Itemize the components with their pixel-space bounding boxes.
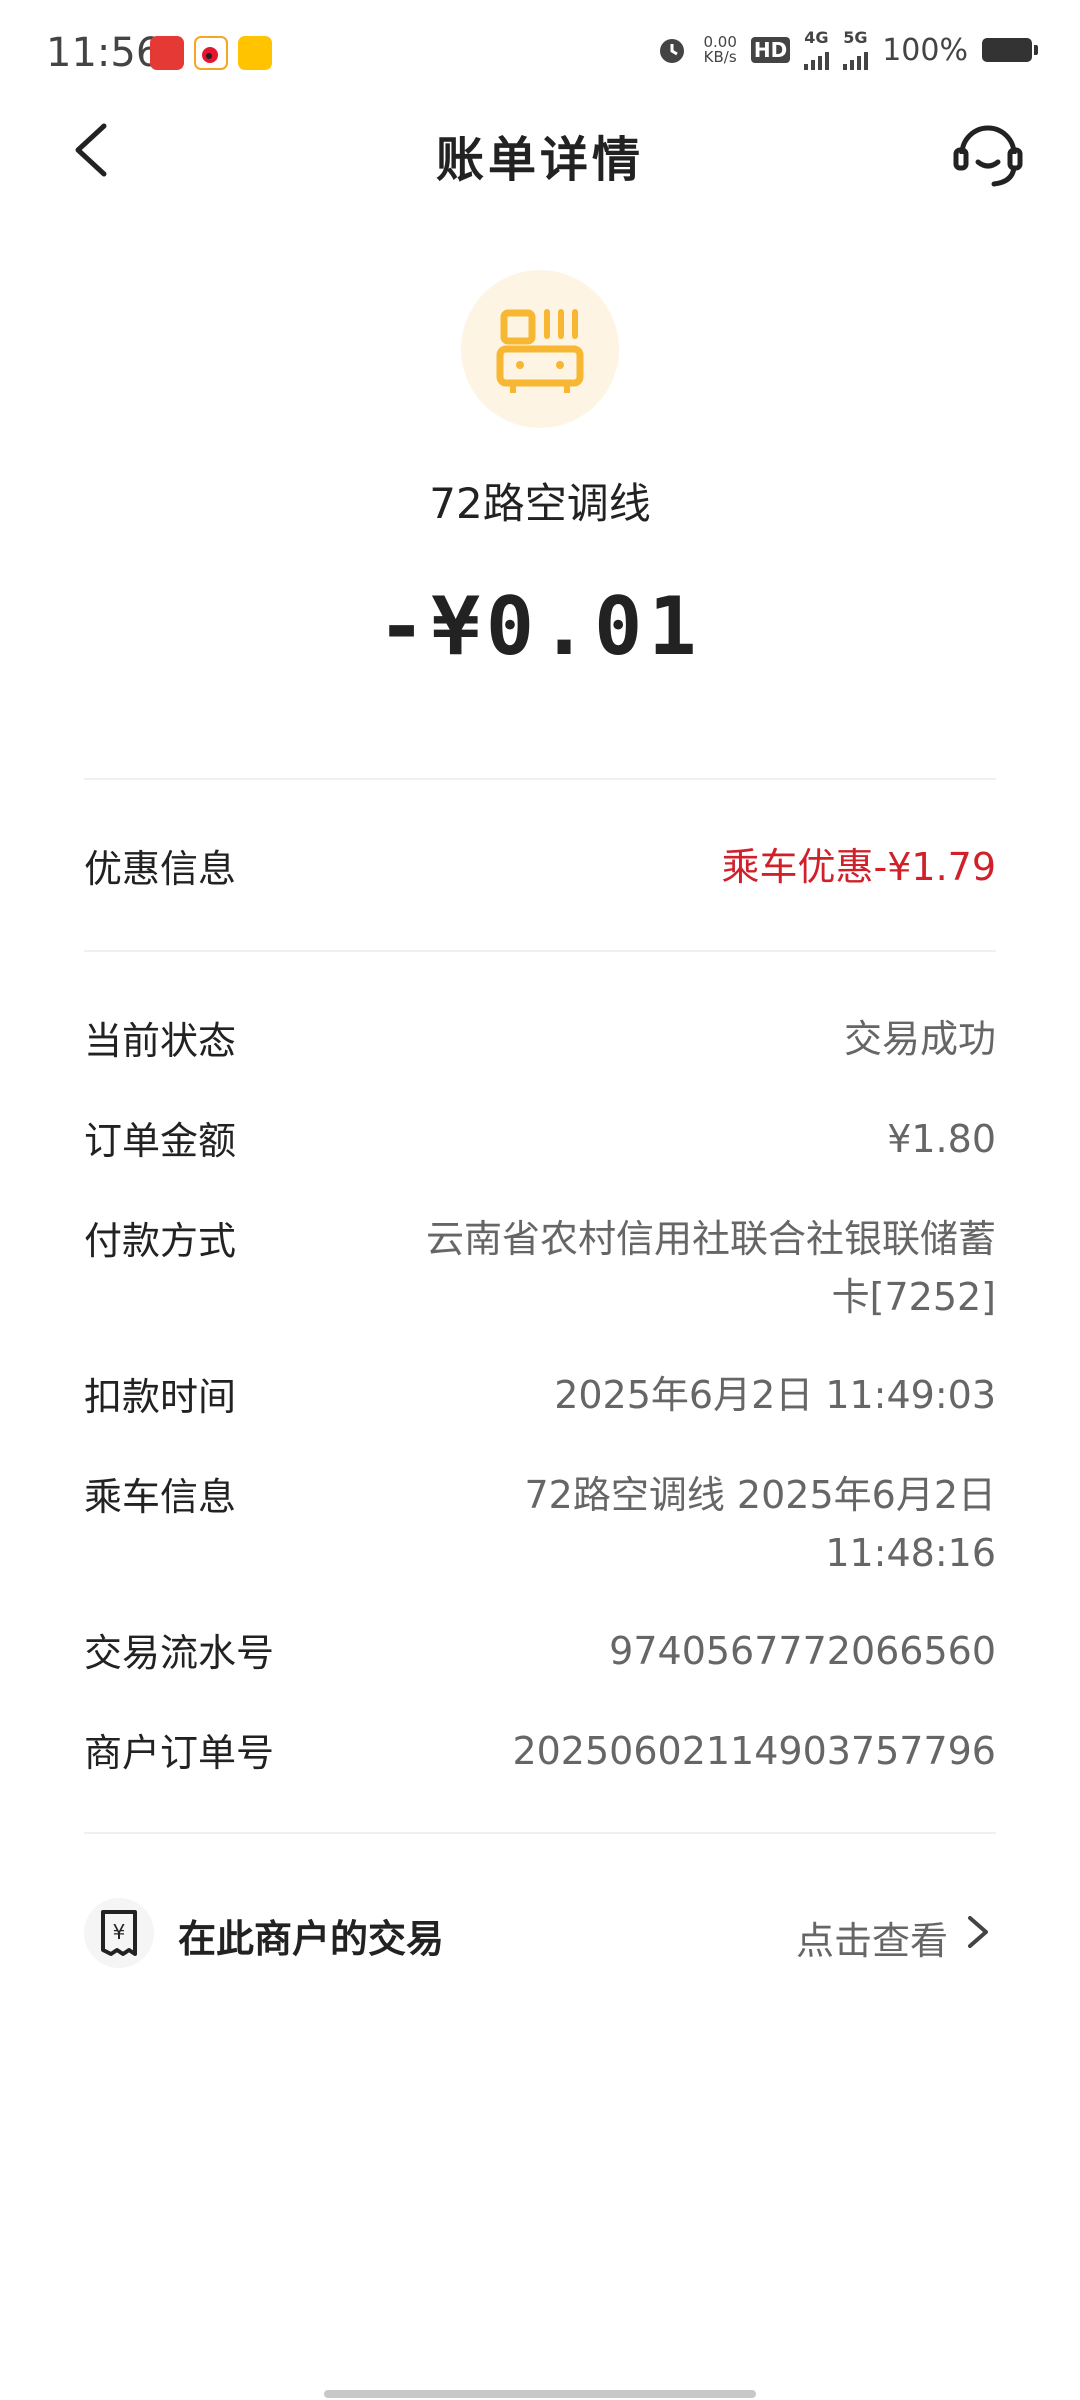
detail-label: 当前状态 xyxy=(84,1019,237,1063)
discount-value: 乘车优惠-¥1.79 xyxy=(721,845,997,889)
divider xyxy=(84,778,996,780)
detail-label: 乘车信息 xyxy=(84,1475,237,1519)
merchant-name: 72路空调线 xyxy=(429,479,651,528)
battery-percent: 100% xyxy=(882,32,968,68)
headset-icon xyxy=(953,125,1023,187)
battery-icon xyxy=(982,38,1038,62)
detail-row-payment-method: 付款方式 云南省农村信用社联合社银联储蓄 卡[7252] xyxy=(84,1210,996,1330)
customer-service-button[interactable] xyxy=(950,114,1026,190)
detail-row-ride-info: 乘车信息 72路空调线 2025年6月2日 11:48:16 xyxy=(84,1466,996,1586)
red-app-icon xyxy=(150,36,184,70)
net-speed: 0.00 KB/s xyxy=(703,33,737,66)
detail-row-merchant-order-number: 商户订单号 20250602114903757796 xyxy=(84,1722,996,1782)
detail-label: 付款方式 xyxy=(84,1219,237,1263)
receipt-icon: ¥ xyxy=(84,1898,154,1968)
weibo-icon xyxy=(194,36,228,70)
discount-row: 优惠信息 乘车优惠-¥1.79 xyxy=(84,838,996,898)
notification-app-icons xyxy=(150,36,272,70)
view-link[interactable]: 点击查看 xyxy=(796,1910,948,1965)
detail-value: 20250602114903757796 xyxy=(512,1729,996,1773)
signal-4g-icon xyxy=(804,46,830,70)
alarm-icon xyxy=(660,39,685,63)
header: 账单详情 xyxy=(0,110,1080,190)
detail-value: 2025年6月2日 11:49:03 xyxy=(554,1373,996,1417)
divider xyxy=(84,950,996,952)
status-bar: 11:56 0.00 KB/s HD 4G 5G 100% xyxy=(0,0,1080,110)
detail-value: ¥1.80 xyxy=(887,1117,996,1161)
chevron-right-icon xyxy=(968,1916,988,1948)
status-time: 11:56 xyxy=(46,30,162,76)
detail-row-order-amount: 订单金额 ¥1.80 xyxy=(84,1110,996,1170)
signal-5g-icon xyxy=(843,46,869,70)
divider xyxy=(84,1832,996,1834)
meituan-icon xyxy=(238,36,272,70)
detail-value: 72路空调线 2025年6月2日 11:48:16 xyxy=(524,1473,997,1575)
home-indicator[interactable] xyxy=(324,2390,756,2398)
transaction-amount: -¥0.01 xyxy=(377,580,703,673)
detail-label: 商户订单号 xyxy=(84,1731,275,1775)
detail-label: 订单金额 xyxy=(84,1119,237,1163)
bus-icon xyxy=(496,309,584,393)
discount-label: 优惠信息 xyxy=(84,847,237,891)
detail-row-serial-number: 交易流水号 9740567772066560 xyxy=(84,1622,996,1682)
detail-label: 扣款时间 xyxy=(84,1375,237,1419)
detail-value: 9740567772066560 xyxy=(609,1629,996,1673)
signal-4g: 4G xyxy=(804,30,830,70)
merchant-bus-icon xyxy=(461,270,619,428)
merchant-transactions-row[interactable]: ¥ 在此商户的交易 点击查看 xyxy=(84,1894,996,1974)
page-title: 账单详情 xyxy=(435,132,644,188)
detail-value: 云南省农村信用社联合社银联储蓄 卡[7252] xyxy=(425,1217,996,1319)
detail-row-deduction-time: 扣款时间 2025年6月2日 11:49:03 xyxy=(84,1366,996,1426)
detail-label: 交易流水号 xyxy=(84,1631,275,1675)
status-indicators: 0.00 KB/s HD 4G 5G 100% xyxy=(655,30,1038,70)
merchant-transactions-label: 在此商户的交易 xyxy=(178,1917,445,1961)
detail-row-status: 当前状态 交易成功 xyxy=(84,1010,996,1070)
signal-5g: 5G xyxy=(843,30,869,70)
hd-icon: HD xyxy=(750,37,791,63)
svg-text:¥: ¥ xyxy=(113,1920,126,1944)
detail-value: 交易成功 xyxy=(843,1017,996,1061)
